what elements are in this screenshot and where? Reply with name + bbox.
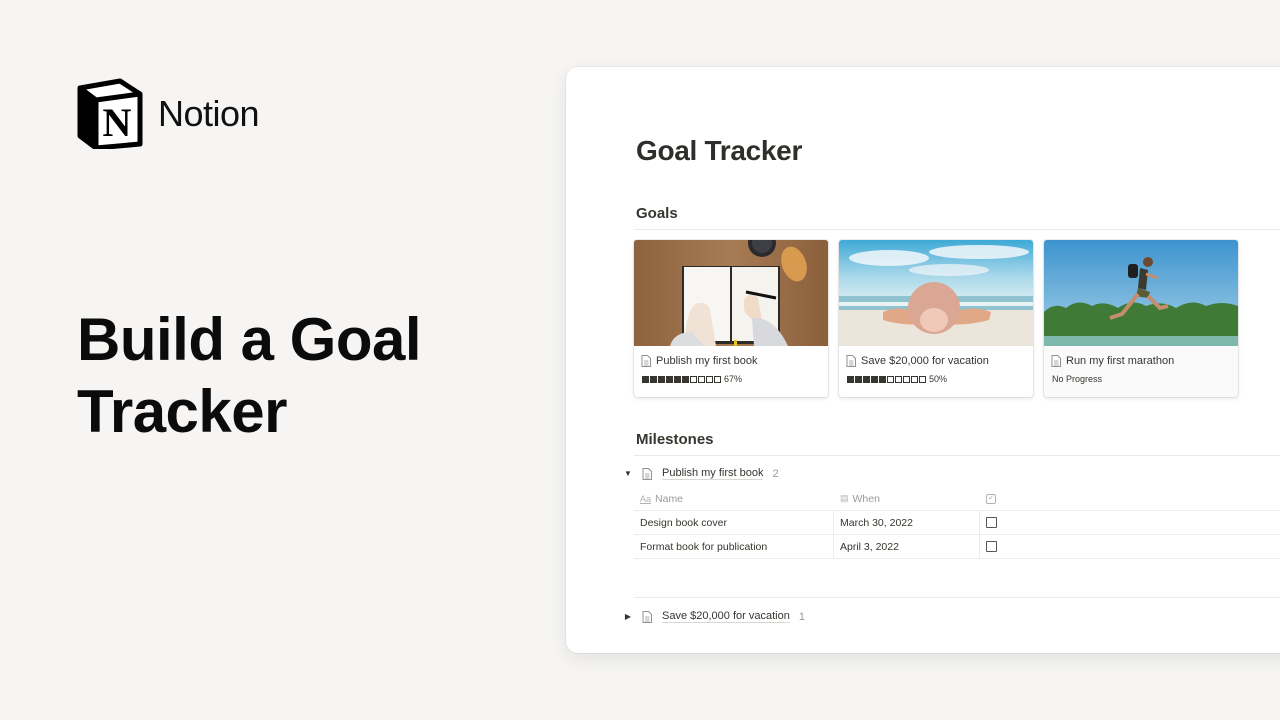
progress-block-filled [682,375,689,383]
goal-card-title: Run my first marathon [1044,346,1238,368]
goal-card-title: Save $20,000 for vacation [839,346,1033,368]
page-doc-icon [846,355,856,367]
progress-block-filled [855,375,862,383]
page-doc-icon [642,610,652,623]
goal-card[interactable]: Run my first marathon No Progress [1044,240,1238,397]
progress-block-filled [642,375,649,383]
hero-line-1: Build a Goal [77,306,422,373]
progress-block-empty [690,375,697,383]
goal-card[interactable]: Publish my first book 67% [634,240,828,397]
goal-progress: 67% [634,368,828,384]
text-property-icon: Aa [640,493,652,504]
goals-gallery: Publish my first book 67% Save $20,000 f… [634,240,1238,397]
milestone-when-cell[interactable]: March 30, 2022 [834,511,980,534]
progress-block-empty [903,375,910,383]
column-header-name[interactable]: Aa Name [634,487,834,510]
svg-text:N: N [103,100,132,145]
group-title-link[interactable]: Publish my first book [662,467,764,480]
notion-logo-icon: N [76,78,144,151]
milestones-table: Aa Name ▤ When ✓ Design book cover March… [634,487,1280,559]
column-header-done[interactable]: ✓ [980,487,1280,510]
progress-block-filled [847,375,854,383]
page-title: Goal Tracker [636,135,803,166]
page-doc-icon [1051,355,1061,367]
milestone-group-header[interactable]: ▶ Save $20,000 for vacation 1 [622,610,805,623]
hero-line-2: Tracker [77,378,288,445]
progress-block-filled [871,375,878,383]
page-doc-icon [642,467,652,480]
goal-card[interactable]: Save $20,000 for vacation 50% [839,240,1033,397]
goals-heading: Goals [636,205,678,222]
cover-image-beach [839,240,1033,346]
column-header-when[interactable]: ▤ When [834,487,980,510]
milestone-done-checkbox[interactable] [986,541,997,552]
milestones-divider [634,455,1280,456]
milestone-when-cell[interactable]: April 3, 2022 [834,535,980,558]
table-row[interactable]: Design book cover March 30, 2022 [634,511,1280,535]
goal-progress: 50% [839,368,1033,384]
goals-divider [634,229,1280,230]
toggle-collapsed-icon[interactable]: ▶ [622,612,634,621]
checkbox-property-icon: ✓ [986,493,996,504]
hero-heading: Build a Goal Tracker [77,304,422,448]
progress-block-empty [911,375,918,383]
progress-block-filled [650,375,657,383]
group-title-link[interactable]: Save $20,000 for vacation [662,610,790,623]
table-row[interactable]: Format book for publication April 3, 202… [634,535,1280,559]
progress-block-empty [698,375,705,383]
group-count: 1 [798,610,805,623]
progress-block-empty [895,375,902,383]
progress-percent: 67% [724,374,743,384]
milestone-name-cell[interactable]: Format book for publication [634,535,834,558]
milestones-heading: Milestones [636,431,714,448]
progress-block-filled [879,375,886,383]
goal-card-title: Publish my first book [634,346,828,368]
progress-block-empty [887,375,894,383]
progress-block-empty [919,375,926,383]
progress-block-filled [658,375,665,383]
notion-brand: N Notion [76,78,260,151]
progress-block-empty [706,375,713,383]
progress-block-filled [666,375,673,383]
group-divider [634,597,1280,598]
progress-blocks [847,375,926,383]
cover-image-runner [1044,240,1238,346]
progress-block-filled [863,375,870,383]
page-doc-icon [641,355,651,367]
cover-image-writing [634,240,828,346]
milestone-done-checkbox[interactable] [986,517,997,528]
progress-percent: 50% [929,374,948,384]
notion-page-window: Goal Tracker Goals Publish my first book… [566,67,1280,653]
group-count: 2 [772,467,779,480]
progress-block-filled [674,375,681,383]
calendar-icon: ▤ [840,493,849,503]
table-header-row: Aa Name ▤ When ✓ [634,487,1280,511]
progress-block-empty [714,375,721,383]
goal-progress: No Progress [1044,368,1238,384]
milestone-group-header[interactable]: ▼ Publish my first book 2 [622,467,779,480]
brand-name: Notion [158,92,260,134]
progress-blocks [642,375,721,383]
progress-percent: No Progress [1052,374,1103,384]
toggle-expanded-icon[interactable]: ▼ [622,469,634,478]
milestone-name-cell[interactable]: Design book cover [634,511,834,534]
